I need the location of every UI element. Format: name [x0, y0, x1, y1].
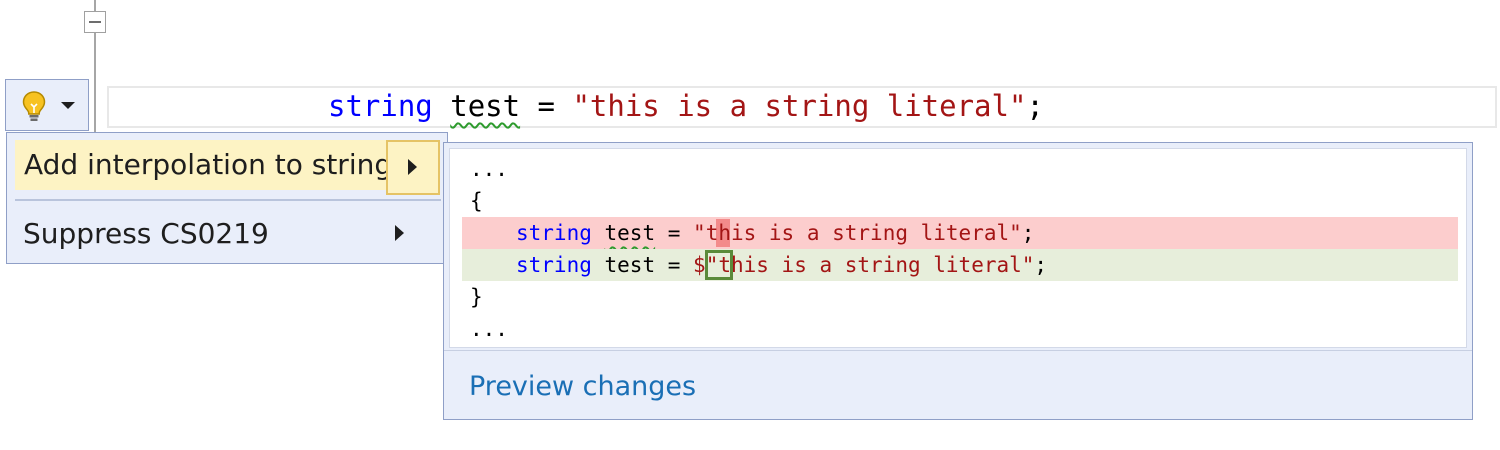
preview-line-close-brace: } — [462, 281, 1458, 313]
code-interpolation-prefix: $ — [693, 253, 706, 277]
menu-separator — [15, 199, 441, 201]
code-identifier: test — [604, 221, 656, 245]
brace-text: } — [470, 285, 483, 309]
ellipsis-text: ... — [470, 317, 508, 341]
preview-code-diff: ... { string test = "this is a string li… — [449, 148, 1467, 348]
preview-line-added: string test = $"this is a string literal… — [462, 249, 1458, 281]
preview-line-ellipsis: ... — [462, 153, 1458, 185]
preview-line-removed: string test = "this is a string literal"… — [462, 217, 1458, 249]
code-keyword: string — [516, 221, 592, 245]
code-string-quote: " — [693, 221, 706, 245]
minus-icon — [89, 21, 101, 23]
collapse-region-button[interactable] — [84, 11, 106, 33]
code-keyword: string — [516, 253, 592, 277]
quick-actions-button[interactable] — [5, 79, 89, 131]
code-semicolon: ; — [1026, 89, 1044, 123]
chevron-down-icon[interactable] — [61, 102, 75, 109]
preview-separator — [444, 350, 1472, 351]
chevron-right-icon — [408, 159, 417, 175]
code-operator: = — [520, 89, 573, 123]
preview-line-ellipsis: ... — [462, 313, 1458, 345]
code-identifier: test — [450, 89, 521, 123]
code-line[interactable]: string test = "this is a string literal"… — [328, 88, 1044, 124]
preview-line-open-brace: { — [462, 185, 1458, 217]
code-semicolon: ; — [1021, 221, 1035, 245]
menu-item-add-interpolation[interactable]: Add interpolation to string — [15, 140, 392, 190]
menu-item-suppress-cs0219[interactable]: Suppress CS0219 — [7, 205, 447, 261]
lightbulb-icon — [22, 91, 46, 121]
preview-changes-link[interactable]: Preview changes — [469, 371, 696, 402]
preview-panel: ... { string test = "this is a string li… — [443, 142, 1473, 420]
code-identifier: test — [604, 253, 656, 277]
code-operator: = — [655, 221, 694, 245]
code-operator: = — [655, 253, 694, 277]
code-semicolon: ; — [1034, 253, 1048, 277]
removed-code: string test = "this is a string literal"… — [516, 217, 1034, 249]
submenu-expand-button[interactable] — [386, 140, 440, 195]
menu-item-label: Suppress CS0219 — [23, 217, 269, 250]
added-code: string test = $"this is a string literal… — [516, 249, 1047, 281]
brace-text: { — [470, 189, 483, 213]
code-keyword: string — [328, 89, 433, 123]
quick-actions-menu: Add interpolation to string Suppress CS0… — [6, 132, 448, 264]
menu-item-label: Add interpolation to string — [24, 148, 393, 181]
code-string-literal: "this is a string literal" — [705, 253, 1035, 277]
code-string-literal: "this is a string literal" — [572, 89, 1027, 123]
chevron-right-icon[interactable] — [395, 225, 404, 241]
ellipsis-text: ... — [470, 157, 508, 181]
code-string-literal: this is a string literal" — [705, 221, 1022, 245]
